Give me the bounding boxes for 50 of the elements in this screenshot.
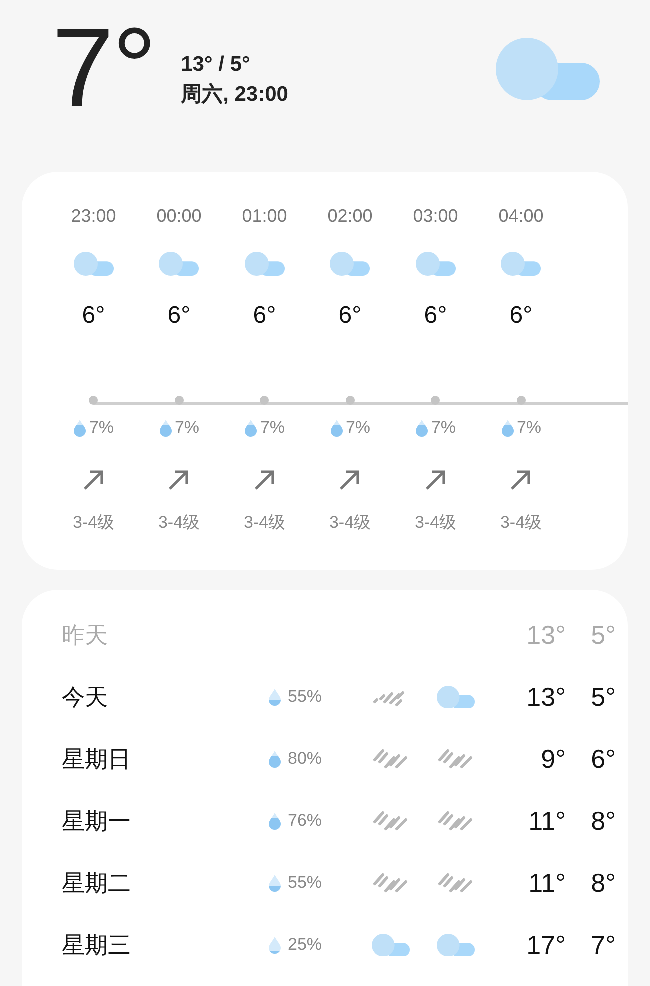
high-temperature: 11° bbox=[528, 806, 566, 836]
high-temperature: 11° bbox=[528, 868, 566, 898]
low-temperature: 8° bbox=[590, 806, 616, 836]
rain-chance: 7% bbox=[431, 418, 456, 438]
hour-temperature: 6° bbox=[510, 302, 533, 331]
hour-time: 03:00 bbox=[413, 206, 458, 228]
day-name: 星期一 bbox=[62, 806, 132, 836]
wind-level: 3-4级 bbox=[414, 512, 457, 534]
hour-time: 01:00 bbox=[242, 206, 288, 228]
rain-chance: 55% bbox=[288, 873, 322, 893]
wind-level: 3-4级 bbox=[72, 512, 115, 534]
hour-temperature: 6° bbox=[424, 302, 448, 331]
rain-chance: 76% bbox=[288, 811, 322, 831]
day-name: 星期二 bbox=[62, 868, 132, 898]
high-temperature: 17° bbox=[526, 930, 566, 960]
low-temperature: 6° bbox=[590, 744, 616, 774]
rain-chance: 25% bbox=[288, 935, 322, 955]
wind-level: 3-4级 bbox=[244, 512, 286, 534]
hour-temperature: 6° bbox=[253, 302, 276, 331]
current-temperature: 7° bbox=[52, 12, 156, 124]
hour-temperature: 6° bbox=[338, 302, 362, 331]
wind-level: 3-4级 bbox=[329, 512, 372, 534]
rain-chance: 7% bbox=[260, 418, 286, 438]
hour-time: 02:00 bbox=[328, 206, 373, 228]
rain-chance: 7% bbox=[516, 418, 542, 438]
low-temperature: 8° bbox=[590, 868, 616, 898]
day-name: 今天 bbox=[62, 682, 109, 712]
high-temperature: 13° bbox=[526, 682, 566, 712]
day-time: 周六, 23:00 bbox=[181, 82, 288, 108]
high-low-temperature: 13° / 5° bbox=[181, 52, 252, 78]
hour-time: 04:00 bbox=[498, 206, 544, 228]
wind-level: 3-4级 bbox=[500, 512, 542, 534]
rain-chance: 7% bbox=[89, 418, 114, 438]
high-temperature: 9° bbox=[540, 744, 566, 774]
low-temperature: 5° bbox=[590, 682, 616, 712]
hour-temperature: 6° bbox=[168, 302, 191, 331]
hour-time: 23:00 bbox=[71, 206, 116, 228]
day-name: 星期日 bbox=[62, 744, 132, 774]
rain-chance: 7% bbox=[174, 418, 200, 438]
wind-level: 3-4级 bbox=[158, 512, 200, 534]
day-name: 昨天 bbox=[62, 620, 109, 650]
rain-chance: 7% bbox=[346, 418, 371, 438]
rain-chance: 55% bbox=[288, 687, 322, 707]
hour-time: 00:00 bbox=[156, 206, 202, 228]
day-name: 星期三 bbox=[62, 930, 132, 960]
high-temperature: 13° bbox=[526, 620, 566, 650]
low-temperature: 5° bbox=[590, 620, 616, 650]
rain-chance: 80% bbox=[288, 749, 322, 769]
hour-temperature: 6° bbox=[82, 302, 106, 331]
low-temperature: 7° bbox=[590, 930, 616, 960]
